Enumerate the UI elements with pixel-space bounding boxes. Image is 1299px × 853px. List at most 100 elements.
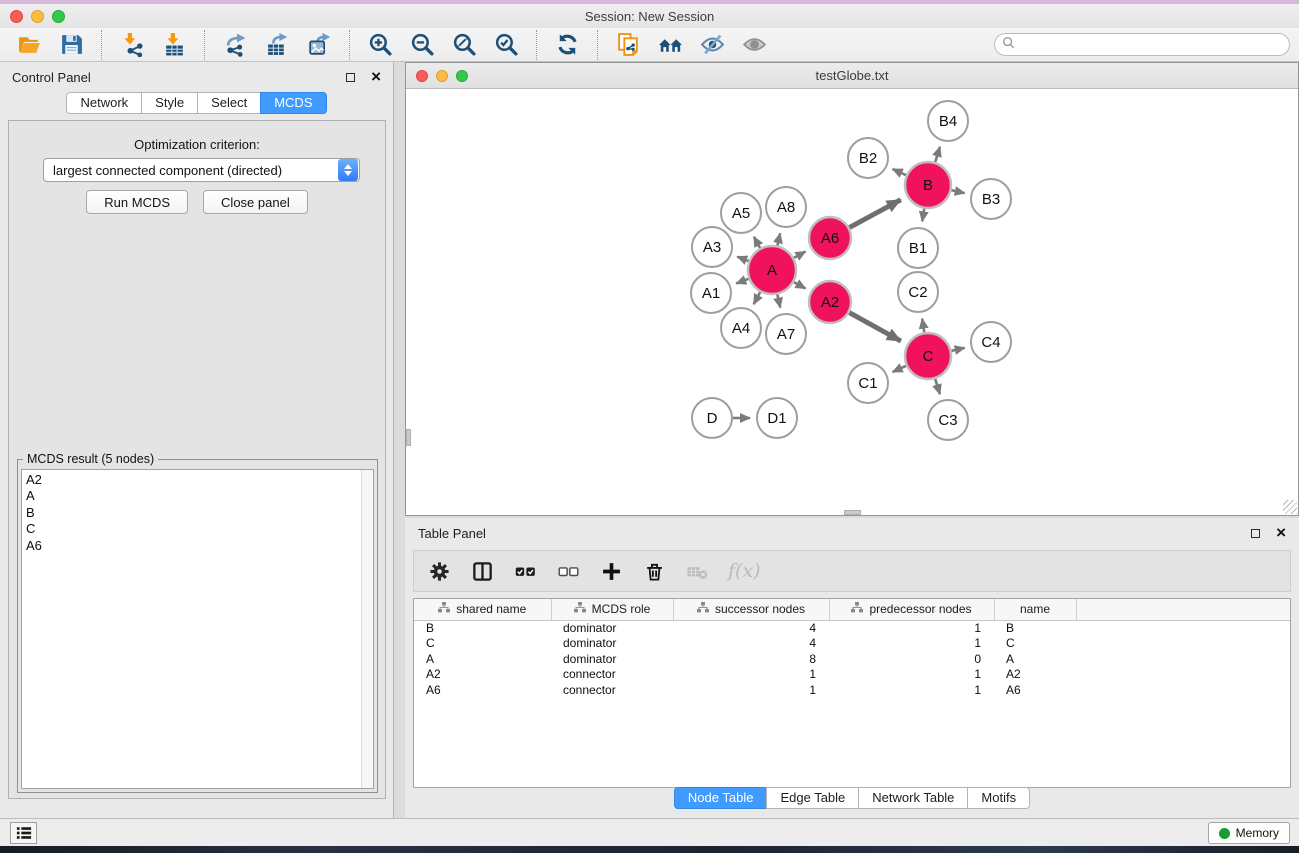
cell-successor-nodes[interactable]: 1 — [673, 667, 829, 683]
search-input[interactable] — [1020, 36, 1289, 54]
deselect-all-checkboxes-icon[interactable] — [556, 559, 580, 583]
table-row[interactable]: Cdominator41C — [414, 636, 1290, 652]
tab-motifs[interactable]: Motifs — [967, 787, 1030, 809]
node-B3[interactable]: B3 — [971, 179, 1011, 219]
cell-name[interactable]: B — [994, 620, 1076, 636]
delete-column-icon[interactable] — [642, 559, 666, 583]
tab-node-table[interactable]: Node Table — [674, 787, 768, 809]
tab-style[interactable]: Style — [141, 92, 198, 114]
eye-icon[interactable] — [739, 30, 769, 60]
table-row[interactable]: A6connector11A6 — [414, 683, 1290, 699]
cell-name[interactable]: C — [994, 636, 1076, 652]
tab-network[interactable]: Network — [66, 92, 142, 114]
edge-A-A1[interactable] — [736, 279, 748, 284]
node-A2[interactable]: A2 — [809, 281, 851, 323]
zoom-fit-icon[interactable] — [449, 30, 479, 60]
node-C4[interactable]: C4 — [971, 322, 1011, 362]
mcds-result-item[interactable]: A2 — [26, 472, 373, 488]
column-header-name[interactable]: name — [994, 599, 1076, 620]
search-field[interactable] — [994, 33, 1290, 56]
task-history-button[interactable] — [10, 822, 37, 844]
cell-successor-nodes[interactable]: 1 — [673, 683, 829, 699]
edge-A-A6[interactable] — [794, 252, 806, 258]
canvas-bottom-handle[interactable] — [844, 510, 861, 515]
node-A8[interactable]: A8 — [766, 187, 806, 227]
node-D[interactable]: D — [692, 398, 732, 438]
settings-gear-icon[interactable] — [427, 559, 451, 583]
hide-eye-icon[interactable] — [697, 30, 727, 60]
criterion-select[interactable]: largest connected component (directed) — [43, 158, 360, 182]
mcds-result-item[interactable]: C — [26, 521, 373, 537]
cell-predecessor-nodes[interactable]: 0 — [829, 652, 994, 668]
close-panel-icon[interactable]: × — [371, 72, 381, 82]
cell-name[interactable]: A — [994, 652, 1076, 668]
zoom-in-icon[interactable] — [365, 30, 395, 60]
node-C3[interactable]: C3 — [928, 400, 968, 440]
edge-B-B4[interactable] — [935, 147, 940, 162]
cell-predecessor-nodes[interactable]: 1 — [829, 683, 994, 699]
refresh-icon[interactable] — [552, 30, 582, 60]
mcds-result-item[interactable]: A — [26, 488, 373, 504]
save-session-icon[interactable] — [56, 30, 86, 60]
edge-C-C1[interactable] — [893, 366, 906, 372]
cell-predecessor-nodes[interactable]: 1 — [829, 667, 994, 683]
import-network-icon[interactable] — [117, 30, 147, 60]
cell-successor-nodes[interactable]: 4 — [673, 620, 829, 636]
cell-shared-name[interactable]: A6 — [414, 683, 551, 699]
cell-shared-name[interactable]: A — [414, 652, 551, 668]
node-B1[interactable]: B1 — [898, 228, 938, 268]
cell-shared-name[interactable]: B — [414, 620, 551, 636]
zoom-selected-icon[interactable] — [491, 30, 521, 60]
cell-shared-name[interactable]: C — [414, 636, 551, 652]
tab-select[interactable]: Select — [197, 92, 261, 114]
cell-predecessor-nodes[interactable]: 1 — [829, 636, 994, 652]
column-header-predecessor-nodes[interactable]: predecessor nodes — [829, 599, 994, 620]
export-network-icon[interactable] — [220, 30, 250, 60]
table-close-panel-icon[interactable]: × — [1276, 528, 1286, 538]
table-row[interactable]: A2connector11A2 — [414, 667, 1290, 683]
node-A3[interactable]: A3 — [692, 227, 732, 267]
zoom-out-icon[interactable] — [407, 30, 437, 60]
tab-mcds[interactable]: MCDS — [260, 92, 326, 114]
cell-successor-nodes[interactable]: 8 — [673, 652, 829, 668]
mcds-result-item[interactable]: A6 — [26, 538, 373, 554]
resize-grip-icon[interactable] — [1283, 500, 1297, 514]
network-canvas[interactable]: B4B2BB3A5A8A6B1A3AC2A1A2A4A7C4CC1C3DD1 — [406, 89, 1298, 515]
cell-MCDS-role[interactable]: dominator — [551, 652, 673, 668]
edge-A2-C[interactable] — [849, 313, 901, 341]
column-header-shared-name[interactable]: shared name — [414, 599, 551, 620]
run-mcds-button[interactable]: Run MCDS — [86, 190, 188, 214]
edge-C-C3[interactable] — [935, 379, 940, 394]
close-panel-button[interactable]: Close panel — [203, 190, 308, 214]
edge-B-B1[interactable] — [922, 209, 924, 222]
node-C[interactable]: C — [905, 333, 951, 379]
node-A7[interactable]: A7 — [766, 314, 806, 354]
node-A4[interactable]: A4 — [721, 308, 761, 348]
split-panel-icon[interactable] — [470, 559, 494, 583]
table-row[interactable]: Bdominator41B — [414, 620, 1290, 636]
column-header-MCDS-role[interactable]: MCDS role — [551, 599, 673, 620]
edge-A6-B[interactable] — [849, 200, 900, 228]
result-scrollbar[interactable] — [361, 470, 373, 788]
float-panel-icon[interactable] — [346, 73, 355, 82]
select-all-checkboxes-icon[interactable] — [513, 559, 537, 583]
cell-MCDS-role[interactable]: connector — [551, 683, 673, 699]
edge-A-A7[interactable] — [777, 294, 780, 307]
tab-network-table[interactable]: Network Table — [858, 787, 968, 809]
node-A[interactable]: A — [748, 246, 796, 294]
node-C2[interactable]: C2 — [898, 272, 938, 312]
import-table-icon[interactable] — [159, 30, 189, 60]
cell-shared-name[interactable]: A2 — [414, 667, 551, 683]
canvas-left-handle[interactable] — [406, 429, 411, 446]
mcds-result-item[interactable]: B — [26, 505, 373, 521]
cell-name[interactable]: A2 — [994, 667, 1076, 683]
cell-MCDS-role[interactable]: dominator — [551, 636, 673, 652]
tab-edge-table[interactable]: Edge Table — [766, 787, 859, 809]
network-document-icon[interactable] — [613, 30, 643, 60]
cell-MCDS-role[interactable]: dominator — [551, 620, 673, 636]
cell-predecessor-nodes[interactable]: 1 — [829, 620, 994, 636]
edge-C-C4[interactable] — [951, 348, 964, 351]
cell-successor-nodes[interactable]: 4 — [673, 636, 829, 652]
open-session-icon[interactable] — [14, 30, 44, 60]
cell-MCDS-role[interactable]: connector — [551, 667, 673, 683]
